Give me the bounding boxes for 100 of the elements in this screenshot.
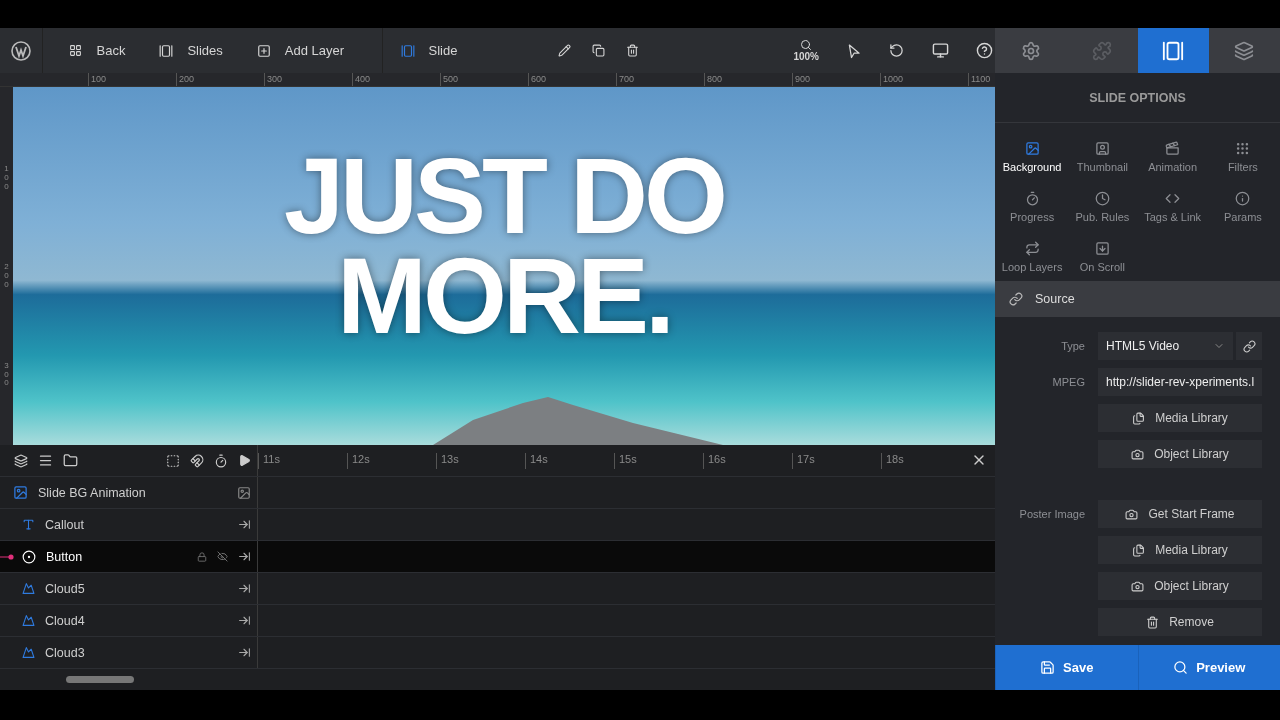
image-icon [13,485,28,500]
eye-off-icon [217,551,228,562]
play-icon [238,454,251,467]
camera-icon [1131,579,1145,593]
library-button[interactable]: Remove [1098,608,1262,636]
option-button[interactable]: Background [997,141,1068,181]
toolbar-button[interactable]: Add Layer [244,28,357,73]
mountain-icon [22,646,35,659]
puzzle-icon [1091,40,1112,61]
wordpress-logo-icon[interactable] [11,40,32,61]
code-icon [1165,191,1181,206]
folder-icon [63,453,78,468]
camera-icon [1131,447,1145,461]
zoom-button[interactable]: 100% [793,34,819,67]
trash-icon [625,44,639,57]
option-button[interactable]: Filters [1207,141,1278,181]
ruler-label: 300 [3,361,10,389]
ruler-label: 200 [176,73,264,86]
mountain-icon [22,582,35,595]
ruler-label: 800 [704,73,792,86]
add-layer-icon [256,43,271,58]
layers-icon [1234,40,1255,61]
option-button[interactable]: Params [1207,191,1278,231]
library-button[interactable]: Media Library [1098,404,1262,432]
scrollbar-thumb[interactable] [66,676,134,683]
ruler-label: 300 [264,73,352,86]
option-button[interactable]: Pub. Rules [1067,191,1138,231]
library-button[interactable]: Object Library [1098,572,1262,600]
stopwatch-icon [214,453,228,468]
text-icon [22,518,35,531]
time-tick-label: 13s [436,453,525,469]
toolbar-button[interactable]: Back [57,28,138,73]
clapperboard-icon [1165,141,1181,156]
files-icon [1132,411,1146,425]
option-button[interactable]: Thumbnail [1067,141,1138,181]
clock-icon [1094,191,1110,206]
panel-title: SLIDE OPTIONS [995,73,1280,123]
thumbnail-icon [1094,141,1110,156]
link-icon [1242,339,1256,353]
layer-name: Cloud3 [45,645,86,660]
link-button[interactable] [1236,332,1262,360]
grid-icon [69,44,83,57]
layer-name: Button [46,549,84,564]
slide-tab[interactable]: Slide [388,28,470,73]
layer-row[interactable]: Cloud4 [0,605,995,637]
field-label: MPEG [1051,376,1085,388]
info-icon [1235,191,1251,206]
layer-row[interactable]: Button [0,541,995,573]
url-input-field[interactable]: http://slider-rev-xperiments.l [1098,368,1262,396]
monitor-icon [931,42,949,59]
panel-tab[interactable] [1137,28,1209,73]
time-tick-label: 15s [614,453,703,469]
ruler-label: 200 [3,263,10,290]
marker-icon [0,554,14,560]
ruler-label: 900 [792,73,880,86]
time-tick-label: 12s [347,453,436,469]
option-button[interactable]: Tags & Link [1137,191,1208,231]
time-tick-label: 17s [792,453,881,469]
library-button[interactable]: Get Start Frame [1098,500,1262,528]
layer-name: Slide BG Animation [38,485,147,500]
slide-headline[interactable]: JUST DO MORE. [283,146,725,346]
image-icon [1024,141,1040,156]
layer-name: Cloud5 [45,581,86,596]
layer-name: Callout [45,517,85,532]
save-icon [1040,660,1056,675]
option-button[interactable]: Progress [997,191,1068,231]
slides-icon [159,43,174,58]
library-button[interactable]: Object Library [1098,440,1262,468]
trash-icon [1146,615,1160,629]
section-title: Source [1035,292,1075,306]
lock-icon [197,551,207,562]
option-button[interactable]: Animation [1137,141,1208,181]
type-select[interactable]: HTML5 Video [1098,332,1233,360]
field-label: Poster Image [1018,508,1085,520]
scroll-down-icon [1094,241,1110,256]
ruler-label: 100 [88,73,176,86]
time-tick-label: 11s [258,453,347,469]
pencil-icon [557,44,571,57]
slides-icon [1162,39,1185,62]
library-button[interactable]: Media Library [1098,536,1262,564]
arrow-to-line-icon [238,582,251,595]
layer-row[interactable]: Slide BG Animation [0,477,995,509]
arrow-to-line-icon [238,614,251,627]
field-label: Type [1060,340,1085,352]
time-tick-label: 14s [525,453,614,469]
ruler-label: 100 [3,165,10,192]
toolbar-button[interactable]: Slides [147,28,235,73]
undo-icon [888,43,904,58]
settings-icon [1020,40,1041,61]
image-icon [237,485,251,500]
files-icon [1132,543,1146,557]
layer-row[interactable]: Cloud3 [0,637,995,669]
arrow-to-line-icon [238,550,251,563]
radio-dot-icon [22,549,36,564]
arrow-to-line-icon [238,518,251,531]
option-button[interactable]: Loop Layers [997,241,1068,281]
option-button[interactable]: On Scroll [1067,241,1138,281]
arrow-to-line-icon [238,646,251,659]
layer-row[interactable]: Cloud5 [0,573,995,605]
stopwatch-icon [1024,191,1040,206]
